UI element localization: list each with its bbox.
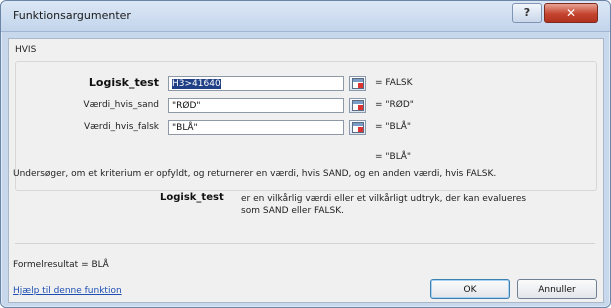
logisk-test-result: = FALSK bbox=[375, 78, 413, 88]
help-button[interactable]: ? bbox=[512, 3, 542, 23]
vaerdi-hvis-sand-input[interactable]: "RØD" bbox=[168, 98, 344, 113]
title-bar[interactable]: Funktionsargumenter ? ✕ bbox=[1, 1, 610, 32]
logisk-test-input[interactable]: H3>41640 bbox=[168, 76, 344, 91]
function-arguments-dialog: Funktionsargumenter ? ✕ HVIS Logisk_test… bbox=[0, 0, 611, 308]
vaerdi-hvis-falsk-input[interactable]: "BLÅ" bbox=[168, 120, 344, 135]
range-select-icon bbox=[352, 122, 364, 133]
function-name: HVIS bbox=[15, 45, 37, 55]
range-select-icon bbox=[352, 78, 364, 89]
range-select-icon bbox=[352, 100, 364, 111]
function-description: Undersøger, om et kriterium er opfyldt, … bbox=[13, 169, 497, 179]
arg-label-logisk-test: Logisk_test bbox=[88, 76, 159, 89]
vaerdi-hvis-sand-result: = "RØD" bbox=[375, 100, 414, 110]
cancel-button[interactable]: Annuller bbox=[517, 279, 597, 299]
collapse-dialog-button-logisk-test[interactable] bbox=[349, 76, 366, 91]
window-title: Funktionsargumenter bbox=[13, 9, 131, 22]
help-icon: ? bbox=[523, 6, 531, 19]
logisk-test-selected-text: H3>41640 bbox=[172, 79, 221, 89]
help-link[interactable]: Hjælp til denne funktion bbox=[13, 286, 122, 296]
collapse-dialog-button-vaerdi-hvis-sand[interactable] bbox=[349, 98, 366, 113]
close-icon: ✕ bbox=[565, 6, 577, 20]
arg-label-vaerdi-hvis-sand: Værdi_hvis_sand bbox=[83, 100, 159, 110]
argument-description-text: er en vilkårlig værdi eller et vilkårlig… bbox=[241, 194, 527, 216]
collapse-dialog-button-vaerdi-hvis-falsk[interactable] bbox=[349, 120, 366, 135]
close-button[interactable]: ✕ bbox=[544, 3, 598, 23]
function-overall-result: = "BLÅ" bbox=[375, 152, 412, 162]
footer-divider bbox=[15, 243, 595, 244]
ok-button[interactable]: OK bbox=[430, 279, 510, 299]
vaerdi-hvis-falsk-result: = "BLÅ" bbox=[375, 122, 412, 132]
formula-result: Formelresultat = BLÅ bbox=[13, 260, 109, 270]
dialog-content: HVIS Logisk_test H3>41640 = FALSK Værdi_… bbox=[8, 38, 604, 303]
argument-description-name: Logisk_test bbox=[160, 192, 224, 203]
arg-label-vaerdi-hvis-falsk: Værdi_hvis_falsk bbox=[83, 122, 159, 132]
